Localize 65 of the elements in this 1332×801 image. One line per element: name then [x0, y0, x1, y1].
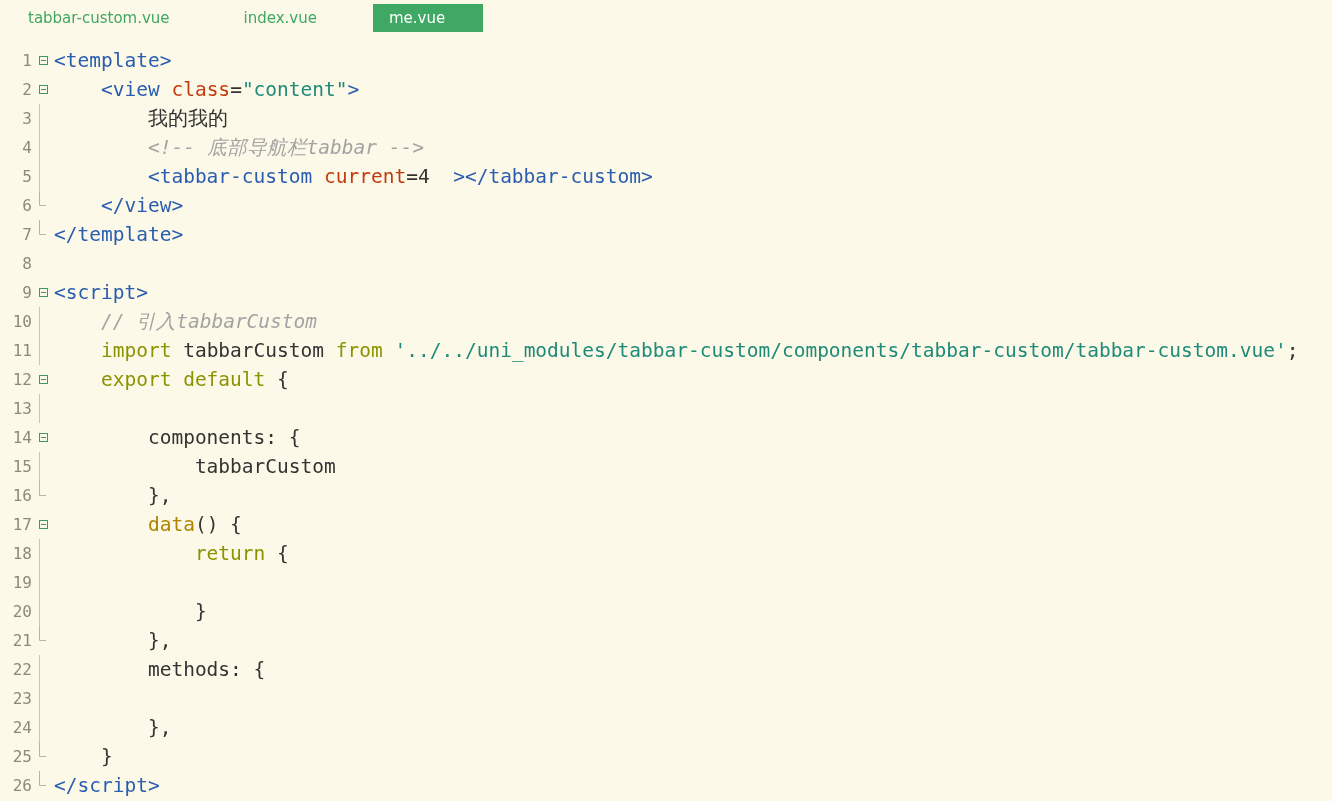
line-number: 21 — [11, 631, 32, 650]
line-number: 14 — [11, 428, 32, 447]
code-line: <view class="content"> — [99, 78, 360, 101]
fold-end-line — [39, 481, 46, 496]
code-line: </template> — [54, 223, 184, 246]
line-number: 24 — [11, 718, 32, 737]
line-number: 18 — [11, 544, 32, 563]
fold-end-line — [39, 220, 46, 235]
fold-end-line — [39, 771, 46, 786]
line-number: 8 — [21, 254, 32, 273]
fold-toggle-icon[interactable] — [39, 56, 48, 65]
line-number: 7 — [21, 225, 32, 244]
line-number: 13 — [11, 399, 32, 418]
file-tab[interactable]: index.vue — [225, 4, 335, 32]
fold-end-line — [39, 742, 46, 757]
fold-end-line — [39, 191, 46, 206]
code-line: tabbarCustom — [193, 455, 336, 478]
code-line: return { — [193, 542, 289, 565]
fold-guide-line — [39, 394, 40, 423]
fold-guide-line — [39, 452, 40, 481]
line-number: 15 — [11, 457, 32, 476]
line-number: 19 — [11, 573, 32, 592]
code-line: <script> — [54, 281, 148, 304]
fold-end-line — [39, 626, 46, 641]
code-line: 我的我的 — [146, 106, 228, 132]
file-tab[interactable]: me.vue — [373, 4, 483, 32]
line-number: 6 — [21, 196, 32, 215]
code-line: </view> — [99, 194, 184, 217]
code-line: <tabbar-custom current=4 ></tabbar-custom> — [146, 165, 653, 188]
fold-toggle-icon[interactable] — [39, 433, 48, 442]
line-number: 5 — [21, 167, 32, 186]
line-number: 10 — [11, 312, 32, 331]
code-line: } — [193, 600, 207, 623]
line-number: 22 — [11, 660, 32, 679]
line-number: 23 — [11, 689, 32, 708]
code-line: <template> — [54, 49, 172, 72]
line-number: 12 — [11, 370, 32, 389]
code-line: export default { — [99, 368, 289, 391]
code-line: // 引入tabbarCustom — [99, 309, 318, 335]
line-number: 17 — [11, 515, 32, 534]
code-line: } — [99, 745, 113, 768]
code-line: <!-- 底部导航栏tabbar --> — [146, 135, 425, 161]
fold-toggle-icon[interactable] — [39, 288, 48, 297]
code-line: import tabbarCustom from '../../uni_modules/tabbar-custom/components/tabbar-custom/tabbar-custom.vue'; — [99, 339, 1299, 362]
fold-toggle-icon[interactable] — [39, 375, 48, 384]
line-number: 2 — [21, 80, 32, 99]
line-number: 26 — [11, 776, 32, 795]
code-line: components: { — [146, 426, 301, 449]
code-line: methods: { — [146, 658, 266, 681]
code-line: }, — [146, 484, 172, 507]
line-number: 1 — [21, 51, 32, 70]
line-number: 25 — [11, 747, 32, 766]
code-line: }, — [146, 716, 172, 739]
line-number: 11 — [11, 341, 32, 360]
line-number: 20 — [11, 602, 32, 621]
line-number: 9 — [21, 283, 32, 302]
code-line: </script> — [54, 774, 160, 797]
fold-toggle-icon[interactable] — [39, 520, 48, 529]
line-number: 3 — [21, 109, 32, 128]
line-number: 16 — [11, 486, 32, 505]
code-line: data() { — [146, 513, 242, 536]
code-line: }, — [146, 629, 172, 652]
file-tab[interactable]: tabbar-custom.vue — [10, 4, 188, 32]
line-number: 4 — [21, 138, 32, 157]
fold-toggle-icon[interactable] — [39, 85, 48, 94]
